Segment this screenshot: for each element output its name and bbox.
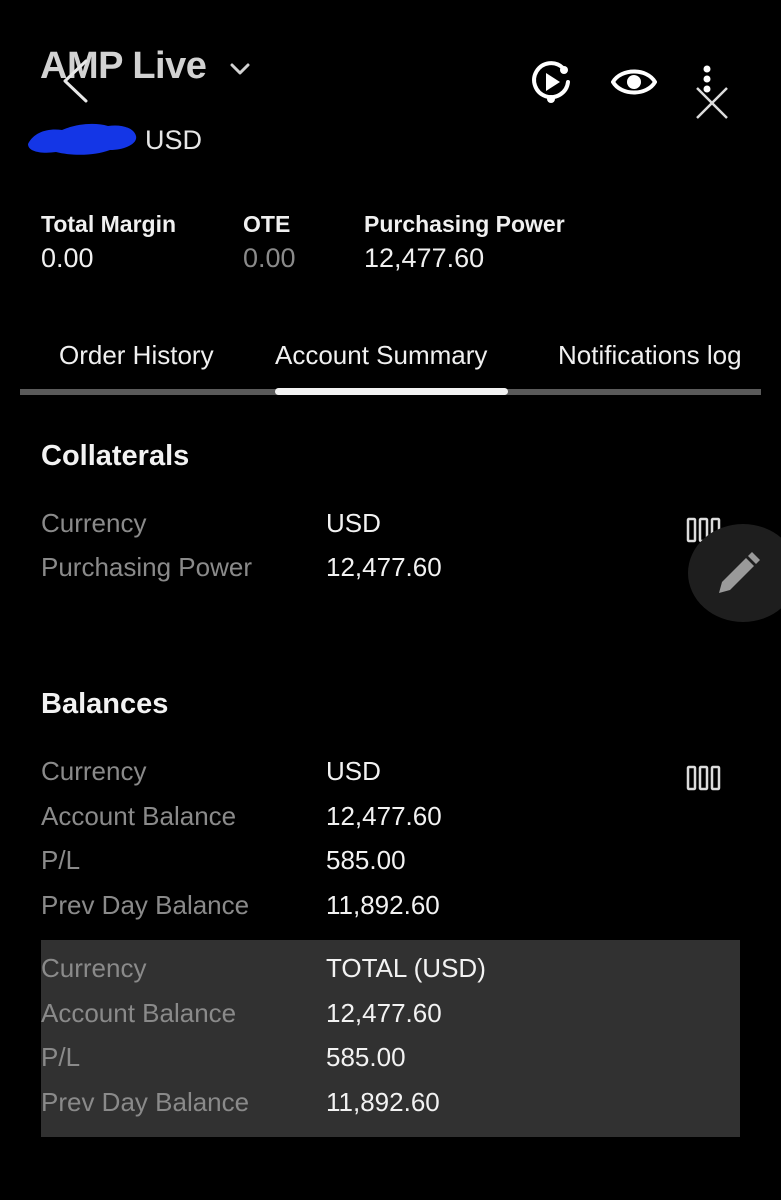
active-tab-indicator: [275, 388, 508, 395]
tab-order-history[interactable]: Order History: [59, 340, 214, 371]
pencil-icon: [719, 552, 760, 593]
purchasing-power-label: Purchasing Power: [364, 211, 565, 237]
back-arrow-icon[interactable]: [60, 58, 90, 104]
prev-day-balance-label: Prev Day Balance: [41, 890, 250, 920]
total-prev-day-balance-label: Prev Day Balance: [41, 1087, 250, 1117]
total-currency-value: TOTAL (USD): [326, 953, 486, 983]
ote-label: OTE: [243, 211, 291, 237]
columns-icon[interactable]: [686, 765, 722, 791]
collateral-currency-value: USD: [326, 508, 381, 538]
tab-account-summary[interactable]: Account Summary: [275, 340, 487, 371]
account-currency: USD: [145, 125, 203, 155]
total-pl-label: P/L: [41, 1042, 81, 1072]
tab-bar: Order History Account Summary Notificati…: [0, 330, 762, 390]
prev-day-balance-value: 11,892.60: [326, 890, 440, 920]
account-balance-label: Account Balance: [41, 801, 237, 831]
collateral-purchasing-power-label: Purchasing Power: [41, 552, 252, 582]
total-currency-label: Currency: [41, 953, 147, 983]
total-prev-day-balance-value: 11,892.60: [326, 1087, 440, 1117]
redacted-account-id: [28, 123, 137, 155]
close-icon[interactable]: [693, 84, 731, 122]
collateral-currency-label: Currency: [41, 508, 147, 538]
account-balance-value: 12,477.60: [326, 801, 442, 831]
total-account-balance-label: Account Balance: [41, 998, 237, 1028]
pl-label: P/L: [41, 845, 81, 875]
total-account-balance-value: 12,477.60: [326, 998, 442, 1028]
pl-value: 585.00: [326, 845, 406, 875]
balance-currency-value: USD: [326, 756, 381, 786]
collateral-purchasing-power-value: 12,477.60: [326, 552, 442, 582]
ote-value: 0.00: [243, 243, 296, 273]
total-pl-value: 585.00: [326, 1042, 406, 1072]
purchasing-power-value: 12,477.60: [364, 243, 485, 273]
replay-icon[interactable]: [529, 60, 573, 104]
tab-notifications-log[interactable]: Notifications log: [558, 340, 742, 371]
total-margin-value: 0.00: [41, 243, 94, 273]
chevron-down-icon[interactable]: [228, 60, 252, 78]
edit-fab[interactable]: [688, 524, 781, 622]
eye-icon[interactable]: [611, 66, 657, 98]
balance-currency-label: Currency: [41, 756, 147, 786]
total-margin-label: Total Margin: [41, 211, 177, 237]
balances-title: Balances: [41, 688, 169, 720]
collaterals-title: Collaterals: [41, 440, 190, 472]
